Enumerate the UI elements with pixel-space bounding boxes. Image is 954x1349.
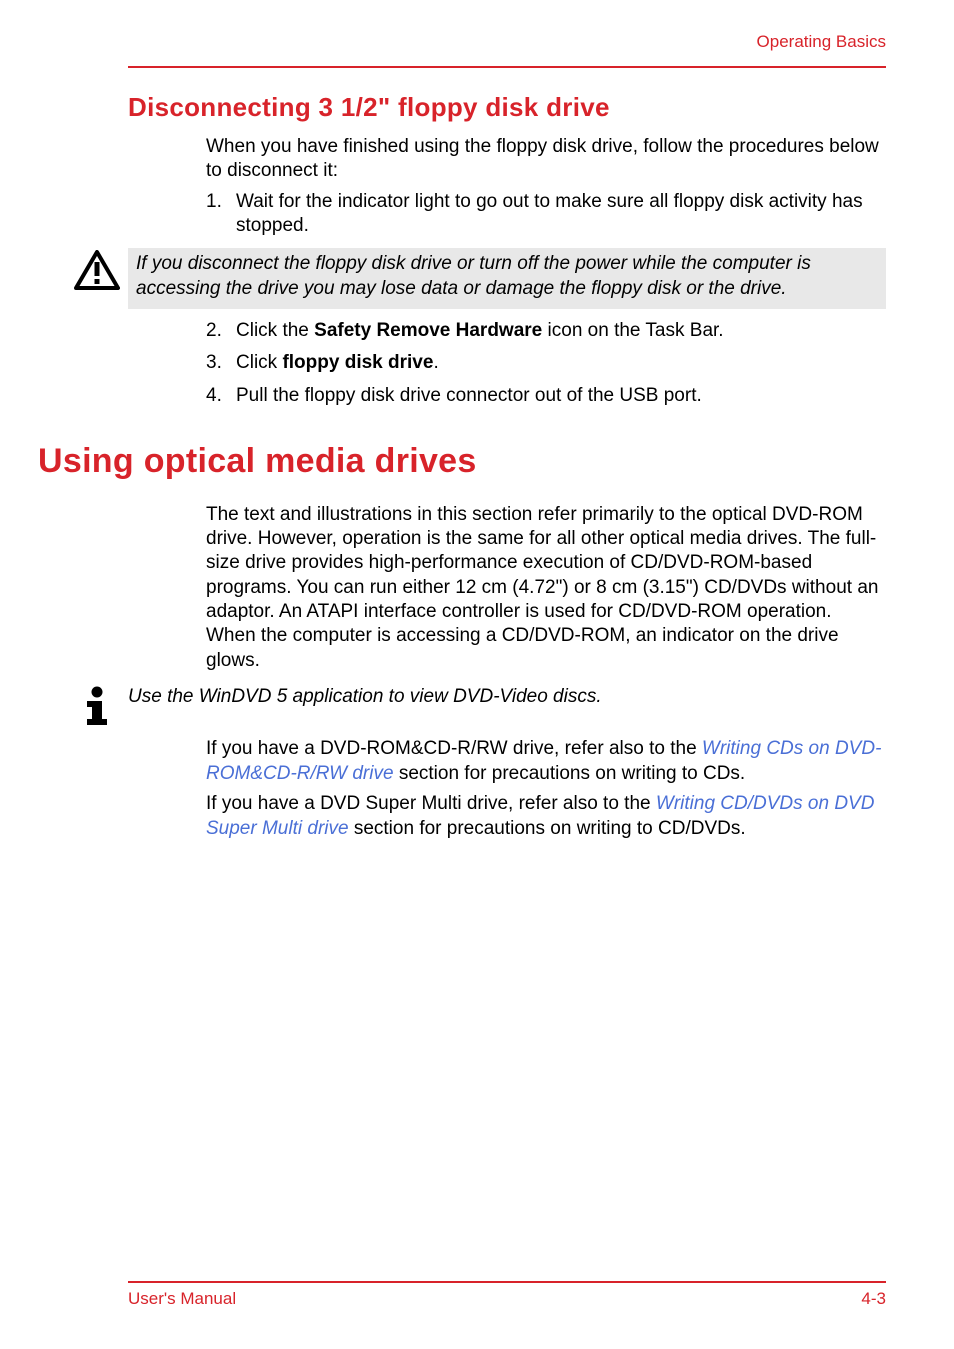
steps-list-1: 1. Wait for the indicator light to go ou… xyxy=(206,190,886,239)
step-number: 3. xyxy=(206,351,236,375)
step-number: 1. xyxy=(206,190,236,239)
link-paragraphs: If you have a DVD-ROM&CD-R/RW drive, ref… xyxy=(206,737,886,842)
warning-icon xyxy=(66,248,128,290)
list-item: 4. Pull the floppy disk drive connector … xyxy=(206,384,886,408)
page: Operating Basics Disconnecting 3 1/2" fl… xyxy=(0,0,954,1349)
optical-paragraph: The text and illustrations in this secti… xyxy=(206,503,886,673)
warning-text: If you disconnect the floppy disk drive … xyxy=(128,248,886,309)
running-header: Operating Basics xyxy=(0,0,954,60)
warning-callout: If you disconnect the floppy disk drive … xyxy=(66,248,886,309)
list-item: 2. Click the Safety Remove Hardware icon… xyxy=(206,319,886,343)
section-heading-optical: Using optical media drives xyxy=(38,442,886,481)
footer: User's Manual 4-3 xyxy=(128,1281,886,1309)
step-text: Click the Safety Remove Hardware icon on… xyxy=(236,319,886,343)
list-item: 3. Click floppy disk drive. xyxy=(206,351,886,375)
footer-row: User's Manual 4-3 xyxy=(128,1289,886,1309)
info-callout: Use the WinDVD 5 application to view DVD… xyxy=(66,683,886,727)
info-text: Use the WinDVD 5 application to view DVD… xyxy=(128,683,886,709)
step-number: 2. xyxy=(206,319,236,343)
step-text: Click floppy disk drive. xyxy=(236,351,886,375)
header-label: Operating Basics xyxy=(757,32,886,51)
link-para-1: If you have a DVD-ROM&CD-R/RW drive, ref… xyxy=(206,737,886,786)
step-text: Pull the floppy disk drive connector out… xyxy=(236,384,886,408)
disconnect-intro: When you have finished using the floppy … xyxy=(206,135,886,184)
step-number: 4. xyxy=(206,384,236,408)
link-para-2: If you have a DVD Super Multi drive, ref… xyxy=(206,792,886,841)
footer-page-number: 4-3 xyxy=(861,1289,886,1309)
steps-list-2: 2. Click the Safety Remove Hardware icon… xyxy=(206,319,886,408)
step-text: Wait for the indicator light to go out t… xyxy=(236,190,886,239)
content-area: Disconnecting 3 1/2" floppy disk drive W… xyxy=(0,68,954,842)
list-item: 1. Wait for the indicator light to go ou… xyxy=(206,190,886,239)
info-icon xyxy=(66,683,128,727)
footer-rule xyxy=(128,1281,886,1283)
footer-left: User's Manual xyxy=(128,1289,236,1309)
section-heading-disconnect: Disconnecting 3 1/2" floppy disk drive xyxy=(128,92,886,123)
